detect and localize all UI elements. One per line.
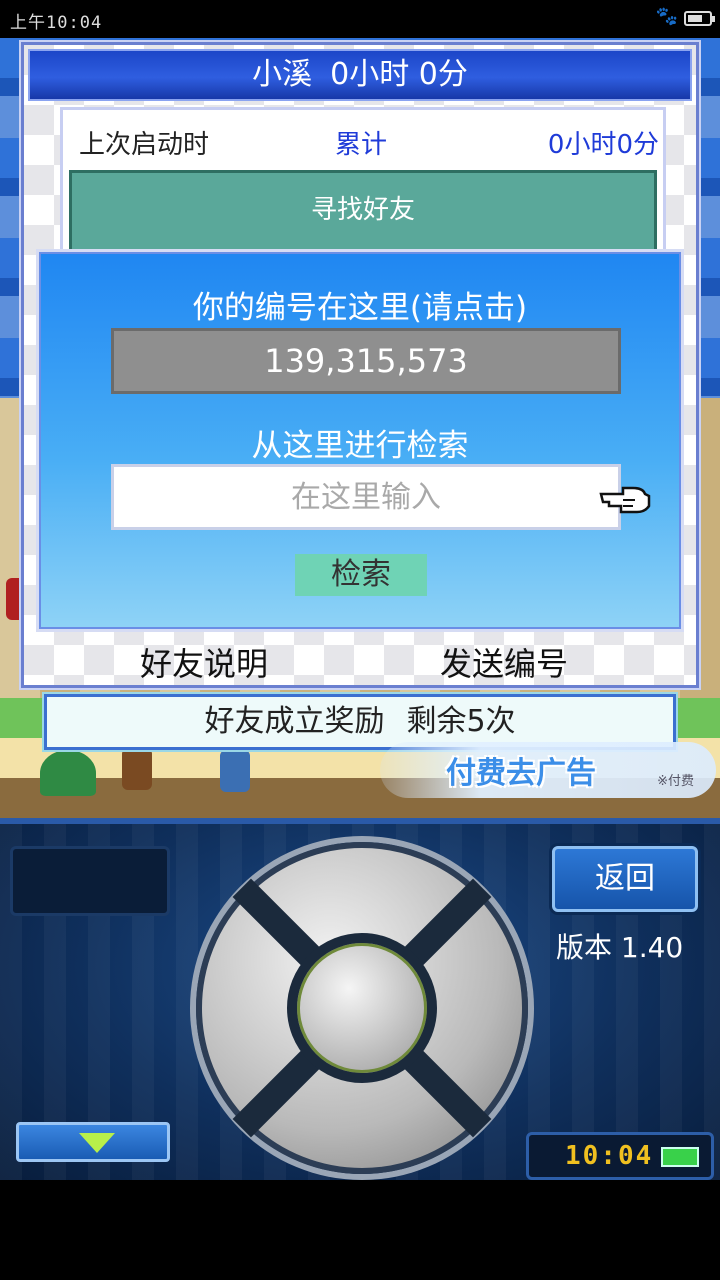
dpad[interactable] [196, 842, 528, 1174]
friend-help-link[interactable]: 好友说明 [140, 639, 268, 685]
remove-ads-label: 付费去广告 [446, 756, 596, 791]
character-sprite [122, 748, 152, 790]
version-label: 版本 1.40 [556, 931, 684, 964]
find-friend-button[interactable]: 寻找好友 [69, 170, 657, 252]
search-heading: 从这里进行检索 [251, 428, 469, 464]
player-name: 小溪 [252, 57, 313, 92]
bush-sprite [40, 750, 96, 796]
play-time: 0小时 0分 [330, 57, 468, 92]
remove-ads-button[interactable]: 付费去广告 ※付费 [380, 742, 716, 798]
reward-label: 好友成立奖励 [204, 704, 385, 739]
status-time: 上午10:04 [10, 13, 103, 33]
total-label: 累计 [335, 130, 388, 160]
id-search-panel: 你的编号在这里(请点击) 139,315,573 从这里进行检索 检索 [36, 249, 684, 632]
down-arrow-icon [79, 1133, 115, 1153]
remove-ads-note: ※付费 [657, 774, 694, 789]
your-id-heading: 你的编号在这里(请点击) [192, 290, 528, 326]
game-clock: 10:04 [526, 1132, 714, 1180]
back-button[interactable]: 返回 [552, 846, 698, 912]
search-button[interactable]: 检索 [295, 554, 427, 596]
pointing-hand-icon [599, 486, 651, 514]
your-id-box[interactable]: 139,315,573 [111, 328, 621, 394]
friend-id-input[interactable] [111, 464, 621, 530]
dpad-center-button[interactable] [287, 933, 437, 1083]
dialog-title: 小溪 0小时 0分 [28, 49, 692, 101]
total-value: 0小时0分 [547, 130, 659, 160]
reward-remaining: 剩余5次 [406, 704, 516, 739]
dialog-links: 好友说明 发送编号 [24, 635, 696, 685]
mini-screen [10, 846, 170, 916]
down-button[interactable] [16, 1122, 170, 1162]
friend-info-card: 上次启动时 累计 0小时0分 寻找好友 [60, 107, 666, 257]
clock-time: 10:04 [565, 1141, 654, 1171]
status-bar: 上午10:04 🐾 [0, 0, 720, 38]
send-id-link[interactable]: 发送编号 [440, 639, 568, 685]
controller-panel: 返回 版本 1.40 10:04 [0, 818, 720, 1180]
launch-stats-row: 上次启动时 累计 0小时0分 [63, 118, 663, 162]
battery-icon [684, 11, 715, 26]
paw-icon: 🐾 [655, 6, 678, 27]
last-launch-label: 上次启动时 [79, 130, 210, 160]
battery-icon [661, 1147, 699, 1167]
character-sprite [220, 750, 250, 792]
